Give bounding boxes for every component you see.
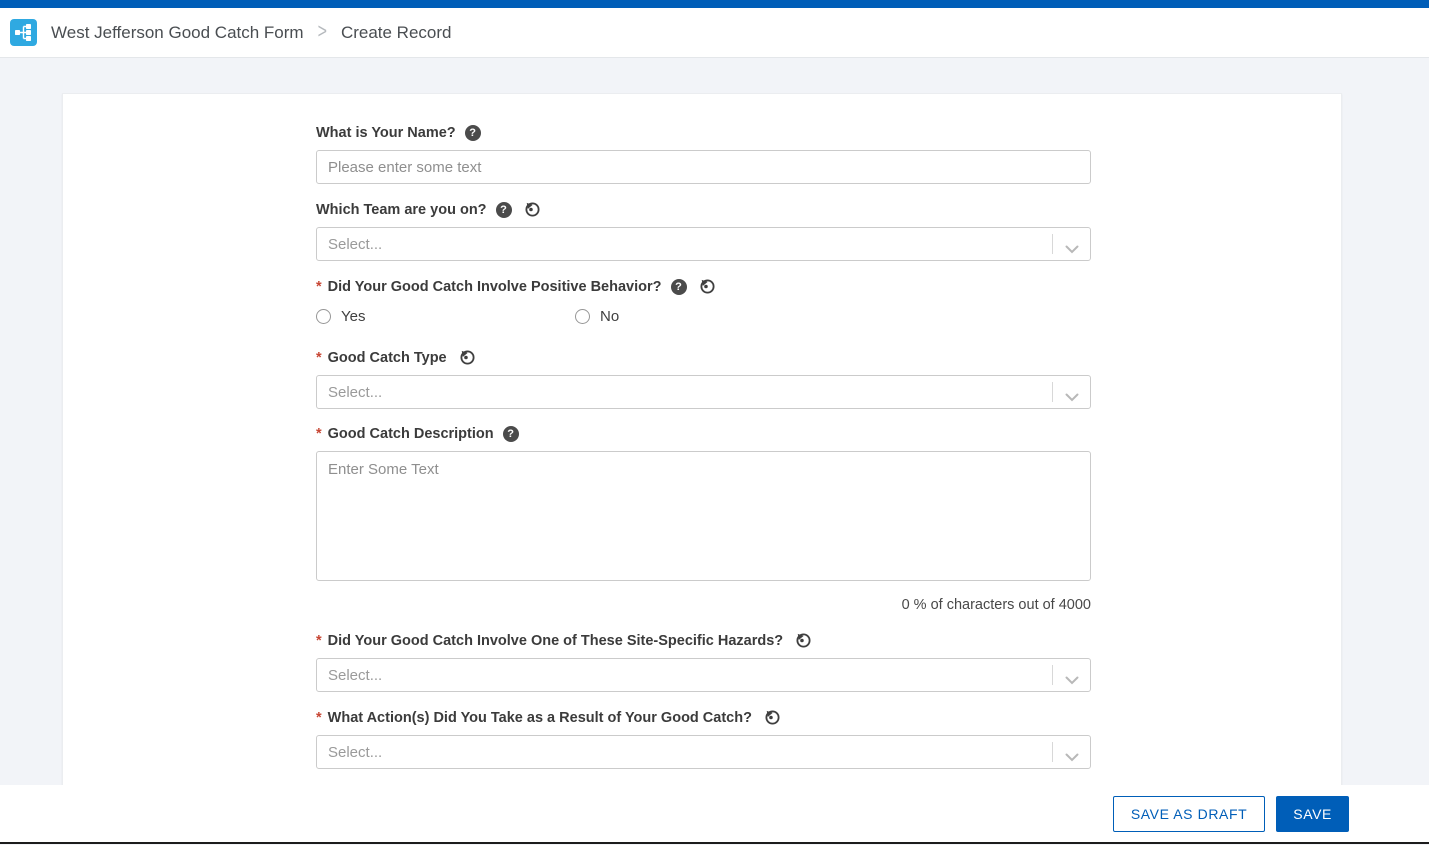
field-label-row: * Did Your Good Catch Involve Positive B… bbox=[316, 278, 1091, 295]
help-icon[interactable]: ? bbox=[503, 426, 519, 442]
select-placeholder: Select... bbox=[328, 236, 382, 253]
field-label: What is Your Name? bbox=[316, 125, 456, 141]
radio-button-icon[interactable] bbox=[575, 309, 590, 324]
field-label: Did Your Good Catch Involve Positive Beh… bbox=[328, 279, 662, 295]
chevron-down-icon bbox=[1065, 241, 1079, 258]
select-placeholder: Select... bbox=[328, 667, 382, 684]
field-label: Good Catch Description bbox=[328, 426, 494, 442]
actions-select[interactable]: Select... bbox=[316, 735, 1091, 769]
reset-default-icon[interactable] bbox=[459, 349, 476, 366]
field-label: What Action(s) Did You Take as a Result … bbox=[328, 710, 752, 726]
team-select[interactable]: Select... bbox=[316, 227, 1091, 261]
field-what-is-your-name: What is Your Name? ? bbox=[316, 125, 1091, 184]
select-divider bbox=[1052, 742, 1053, 762]
good-catch-type-select[interactable]: Select... bbox=[316, 375, 1091, 409]
help-icon[interactable]: ? bbox=[671, 279, 687, 295]
field-good-catch-type: * Good Catch Type Select... bbox=[316, 349, 1091, 409]
radio-group-positive-behavior: Yes No bbox=[316, 308, 1091, 325]
radio-button-icon[interactable] bbox=[316, 309, 331, 324]
help-icon[interactable]: ? bbox=[496, 202, 512, 218]
radio-label: Yes bbox=[341, 308, 365, 325]
chevron-down-icon bbox=[1065, 672, 1079, 689]
field-label-row: * Good Catch Description ? bbox=[316, 426, 1091, 442]
name-input[interactable] bbox=[316, 150, 1091, 184]
select-placeholder: Select... bbox=[328, 744, 382, 761]
radio-option-no[interactable]: No bbox=[575, 308, 619, 325]
select-divider bbox=[1052, 382, 1053, 402]
field-label-row: * Good Catch Type bbox=[316, 349, 1091, 366]
reset-default-icon[interactable] bbox=[524, 201, 541, 218]
form-card: What is Your Name? ? Which Team are you … bbox=[62, 93, 1342, 786]
app-logo-icon[interactable] bbox=[10, 19, 37, 46]
top-accent-bar bbox=[0, 0, 1429, 8]
required-marker: * bbox=[316, 633, 322, 649]
form-tree-icon bbox=[14, 23, 33, 42]
select-divider bbox=[1052, 234, 1053, 254]
required-marker: * bbox=[316, 426, 322, 442]
breadcrumb-form-name[interactable]: West Jefferson Good Catch Form bbox=[51, 23, 304, 43]
field-good-catch-description: * Good Catch Description ? 0 % of charac… bbox=[316, 426, 1091, 613]
radio-option-yes[interactable]: Yes bbox=[316, 308, 575, 325]
field-label: Good Catch Type bbox=[328, 350, 447, 366]
reset-default-icon[interactable] bbox=[699, 278, 716, 295]
help-icon[interactable]: ? bbox=[465, 125, 481, 141]
breadcrumb-separator-icon: > bbox=[318, 21, 327, 44]
field-label: Did Your Good Catch Involve One of These… bbox=[328, 633, 784, 649]
breadcrumb: West Jefferson Good Catch Form > Create … bbox=[51, 23, 452, 43]
radio-label: No bbox=[600, 308, 619, 325]
field-label-row: Which Team are you on? ? bbox=[316, 201, 1091, 218]
select-divider bbox=[1052, 665, 1053, 685]
save-button[interactable]: SAVE bbox=[1276, 796, 1349, 832]
character-counter: 0 % of characters out of 4000 bbox=[316, 597, 1091, 613]
field-actions-taken: * What Action(s) Did You Take as a Resul… bbox=[316, 709, 1091, 769]
form-column: What is Your Name? ? Which Team are you … bbox=[316, 94, 1091, 786]
window-bottom-edge bbox=[0, 842, 1429, 844]
required-marker: * bbox=[316, 710, 322, 726]
reset-default-icon[interactable] bbox=[795, 632, 812, 649]
field-label-row: * Did Your Good Catch Involve One of The… bbox=[316, 632, 1091, 649]
field-which-team: Which Team are you on? ? Select... bbox=[316, 201, 1091, 261]
field-label: Which Team are you on? bbox=[316, 202, 487, 218]
field-positive-behavior: * Did Your Good Catch Involve Positive B… bbox=[316, 278, 1091, 325]
required-marker: * bbox=[316, 350, 322, 366]
field-label-row: What is Your Name? ? bbox=[316, 125, 1091, 141]
create-record-page: West Jefferson Good Catch Form > Create … bbox=[0, 0, 1429, 845]
reset-default-icon[interactable] bbox=[764, 709, 781, 726]
chevron-down-icon bbox=[1065, 749, 1079, 766]
select-placeholder: Select... bbox=[328, 384, 382, 401]
hazards-select[interactable]: Select... bbox=[316, 658, 1091, 692]
header-bar: West Jefferson Good Catch Form > Create … bbox=[0, 8, 1429, 58]
field-label-row: * What Action(s) Did You Take as a Resul… bbox=[316, 709, 1091, 726]
save-as-draft-button[interactable]: SAVE AS DRAFT bbox=[1113, 796, 1265, 832]
breadcrumb-current-page: Create Record bbox=[341, 23, 452, 43]
chevron-down-icon bbox=[1065, 389, 1079, 406]
required-marker: * bbox=[316, 279, 322, 295]
footer-action-bar: SAVE AS DRAFT SAVE bbox=[0, 785, 1429, 842]
description-textarea[interactable] bbox=[316, 451, 1091, 581]
field-site-specific-hazards: * Did Your Good Catch Involve One of The… bbox=[316, 632, 1091, 692]
